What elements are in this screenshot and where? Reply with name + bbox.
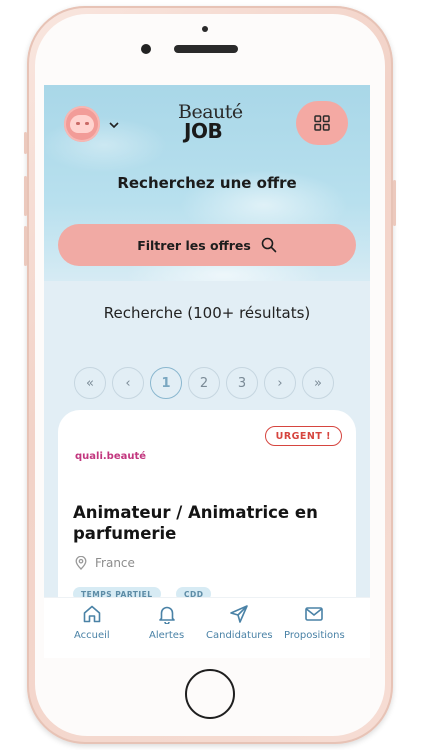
chevron-down-icon[interactable] xyxy=(109,121,119,129)
phone-camera xyxy=(141,44,151,54)
first-page-button[interactable]: « xyxy=(74,367,106,399)
bottom-tab-bar: Accueil Alertes Candidatures Proposition… xyxy=(44,597,370,658)
page-title: Recherchez une offre xyxy=(117,174,297,192)
urgent-badge: URGENT ! xyxy=(264,426,342,446)
location-pin-icon xyxy=(75,556,87,570)
job-location: France xyxy=(75,556,135,570)
phone-volume-up xyxy=(24,176,27,216)
phone-side-button xyxy=(24,132,27,154)
phone-home-button[interactable] xyxy=(185,669,235,719)
last-page-button[interactable]: » xyxy=(302,367,334,399)
tab-candidatures[interactable]: Candidatures xyxy=(206,604,273,641)
tab-candidatures-label: Candidatures xyxy=(206,630,273,641)
prev-page-button[interactable]: ‹ xyxy=(112,367,144,399)
page-button-3[interactable]: 3 xyxy=(226,367,258,399)
mail-icon xyxy=(305,607,324,621)
phone-speaker xyxy=(174,45,238,53)
results-count: Recherche (100+ résultats) xyxy=(103,304,311,322)
phone-volume-down xyxy=(24,226,27,266)
search-icon xyxy=(261,237,277,253)
menu-button[interactable] xyxy=(296,101,348,145)
logo-bottom-text: JOB xyxy=(184,119,223,143)
pagination: « ‹ 1 2 3 › » xyxy=(74,367,334,399)
company-logo: quali.beauté xyxy=(75,451,147,462)
job-title[interactable]: Animateur / Animatrice en parfumerie xyxy=(73,502,343,544)
avatar[interactable] xyxy=(64,106,100,142)
page-button-1[interactable]: 1 xyxy=(150,367,182,399)
tab-alertes[interactable]: Alertes xyxy=(149,604,184,641)
tab-propositions-label: Propositions xyxy=(284,630,345,641)
avatar-face xyxy=(70,115,94,133)
next-page-button[interactable]: › xyxy=(264,367,296,399)
grid-icon xyxy=(314,115,330,131)
app-screen: Beauté JOB Recherchez une offre Filtrer … xyxy=(44,85,370,658)
send-icon xyxy=(230,605,249,623)
tab-propositions[interactable]: Propositions xyxy=(284,604,345,641)
avatar-eye xyxy=(85,122,89,125)
hero-header: Beauté JOB Recherchez une offre Filtrer … xyxy=(44,85,370,281)
tab-alertes-label: Alertes xyxy=(149,630,185,641)
filter-offers-label: Filtrer les offres xyxy=(137,237,251,253)
bell-icon xyxy=(158,606,175,624)
job-location-text: France xyxy=(95,556,135,570)
page-button-2[interactable]: 2 xyxy=(188,367,220,399)
home-icon xyxy=(83,605,101,623)
tab-accueil[interactable]: Accueil xyxy=(74,604,110,641)
phone-power-button xyxy=(393,180,396,226)
tab-accueil-label: Accueil xyxy=(74,630,110,641)
phone-sensor xyxy=(202,26,208,32)
filter-offers-button[interactable]: Filtrer les offres xyxy=(58,224,356,266)
avatar-eye xyxy=(76,122,80,125)
